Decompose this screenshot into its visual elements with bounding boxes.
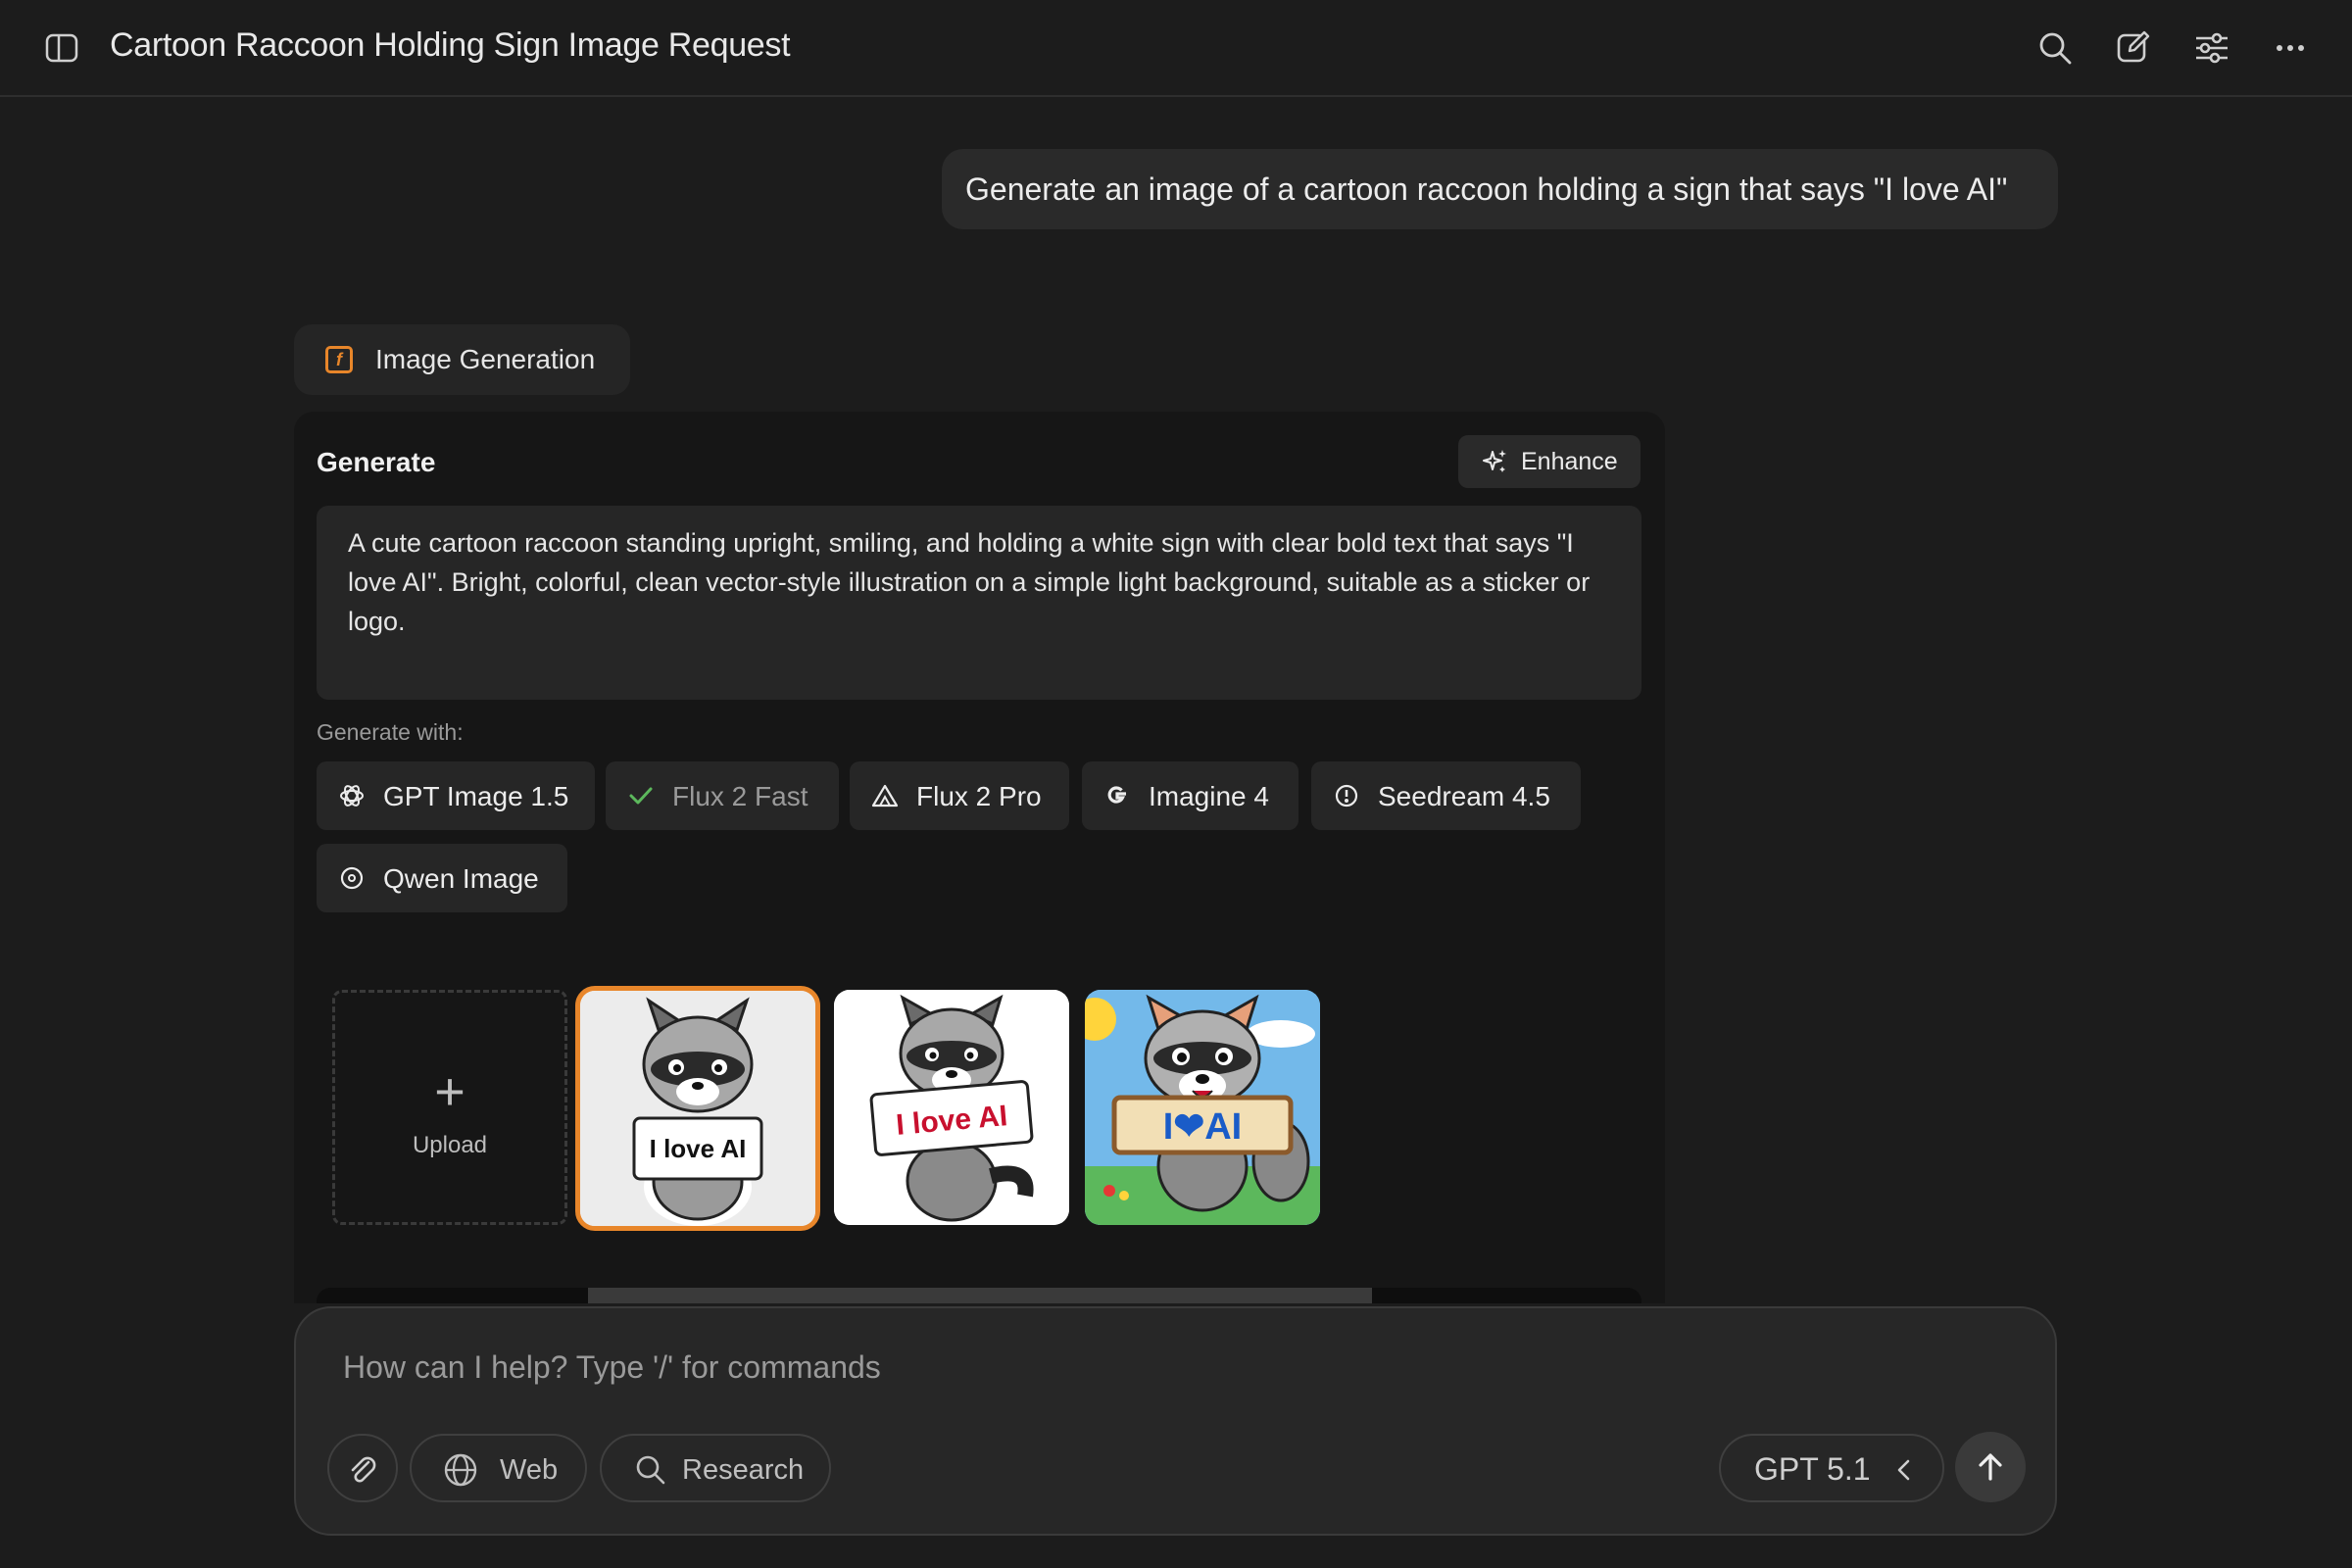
model-gpt-image[interactable]: GPT Image 1.5 (317, 761, 595, 830)
model-label: Imagine 4 (1149, 781, 1269, 811)
user-message: Generate an image of a cartoon raccoon h… (942, 149, 2058, 229)
composer: How can I help? Type '/' for commands We… (294, 1306, 2057, 1536)
new-chat-icon[interactable] (2115, 29, 2152, 67)
chevron-left-icon (1897, 1459, 1910, 1481)
top-bar: Cartoon Raccoon Holding Sign Image Reque… (0, 0, 2352, 97)
message-input[interactable]: How can I help? Type '/' for commands (343, 1349, 881, 1386)
model-selector[interactable]: GPT 5.1 (1719, 1434, 1944, 1502)
paperclip-icon (351, 1456, 376, 1483)
model-label: GPT Image 1.5 (383, 781, 569, 811)
model-label: Flux 2 Pro (916, 781, 1042, 811)
sparkle-icon (1483, 450, 1506, 472)
generate-panel: Generate Enhance A cute cartoon raccoon … (294, 412, 1665, 1303)
model-selector-label: GPT 5.1 (1754, 1451, 1871, 1487)
search-icon (636, 1455, 665, 1485)
model-seedream[interactable]: Seedream 4.5 (1311, 761, 1581, 830)
seedream-icon (1335, 784, 1358, 808)
web-button[interactable]: Web (410, 1434, 587, 1502)
research-button[interactable]: Research (600, 1434, 831, 1502)
globe-icon (444, 1453, 477, 1487)
check-icon (629, 787, 653, 805)
model-flux-pro[interactable]: Flux 2 Pro (850, 761, 1069, 830)
more-icon[interactable] (2272, 29, 2309, 67)
model-label: Seedream 4.5 (1378, 781, 1550, 811)
tool-label: Image Generation (375, 344, 596, 374)
panel-title: Generate (317, 447, 436, 477)
generated-image-thumbnail[interactable]: I❤AI (1085, 990, 1320, 1225)
attach-button[interactable] (327, 1434, 398, 1502)
upload-label: Upload (412, 1132, 488, 1158)
model-qwen[interactable]: Qwen Image (317, 844, 567, 912)
sign-text: I❤AI (1163, 1106, 1242, 1148)
research-label: Research (682, 1454, 805, 1486)
search-icon[interactable] (2036, 29, 2074, 67)
arrow-up-icon (1979, 1453, 2002, 1481)
image-generation-chip[interactable]: f Image Generation (294, 324, 630, 395)
generated-image-thumbnail[interactable]: I love AI (575, 986, 820, 1231)
google-icon (1107, 786, 1126, 804)
sidebar-toggle-icon[interactable] (45, 33, 80, 63)
raccoon-illustration: I❤AI (1085, 990, 1320, 1225)
enhance-button[interactable]: Enhance (1458, 435, 1641, 488)
settings-sliders-icon[interactable] (2193, 29, 2230, 67)
upload-tile[interactable]: + Upload (332, 990, 567, 1225)
function-icon: f (325, 346, 353, 373)
raccoon-illustration: I love AI (834, 990, 1069, 1225)
model-imagine[interactable]: Imagine 4 (1082, 761, 1298, 830)
qwen-icon (340, 866, 364, 890)
plus-icon: + (434, 1062, 466, 1121)
conversation-title: Cartoon Raccoon Holding Sign Image Reque… (110, 26, 791, 64)
scrollbar-thumb[interactable] (588, 1288, 1372, 1303)
prompt-textarea[interactable]: A cute cartoon raccoon standing upright,… (317, 506, 1642, 700)
enhance-label: Enhance (1521, 448, 1618, 475)
model-flux-fast[interactable]: Flux 2 Fast (606, 761, 839, 830)
send-button[interactable] (1955, 1432, 2026, 1502)
raccoon-illustration: I love AI (580, 991, 815, 1226)
openai-icon (340, 785, 364, 807)
model-label: Qwen Image (383, 863, 539, 894)
sign-text: I love AI (650, 1134, 747, 1163)
generate-with-label: Generate with: (317, 719, 464, 745)
flux-icon (871, 784, 899, 808)
web-label: Web (500, 1454, 559, 1486)
model-label: Flux 2 Fast (672, 781, 808, 811)
generated-image-thumbnail[interactable]: I love AI (834, 990, 1069, 1225)
